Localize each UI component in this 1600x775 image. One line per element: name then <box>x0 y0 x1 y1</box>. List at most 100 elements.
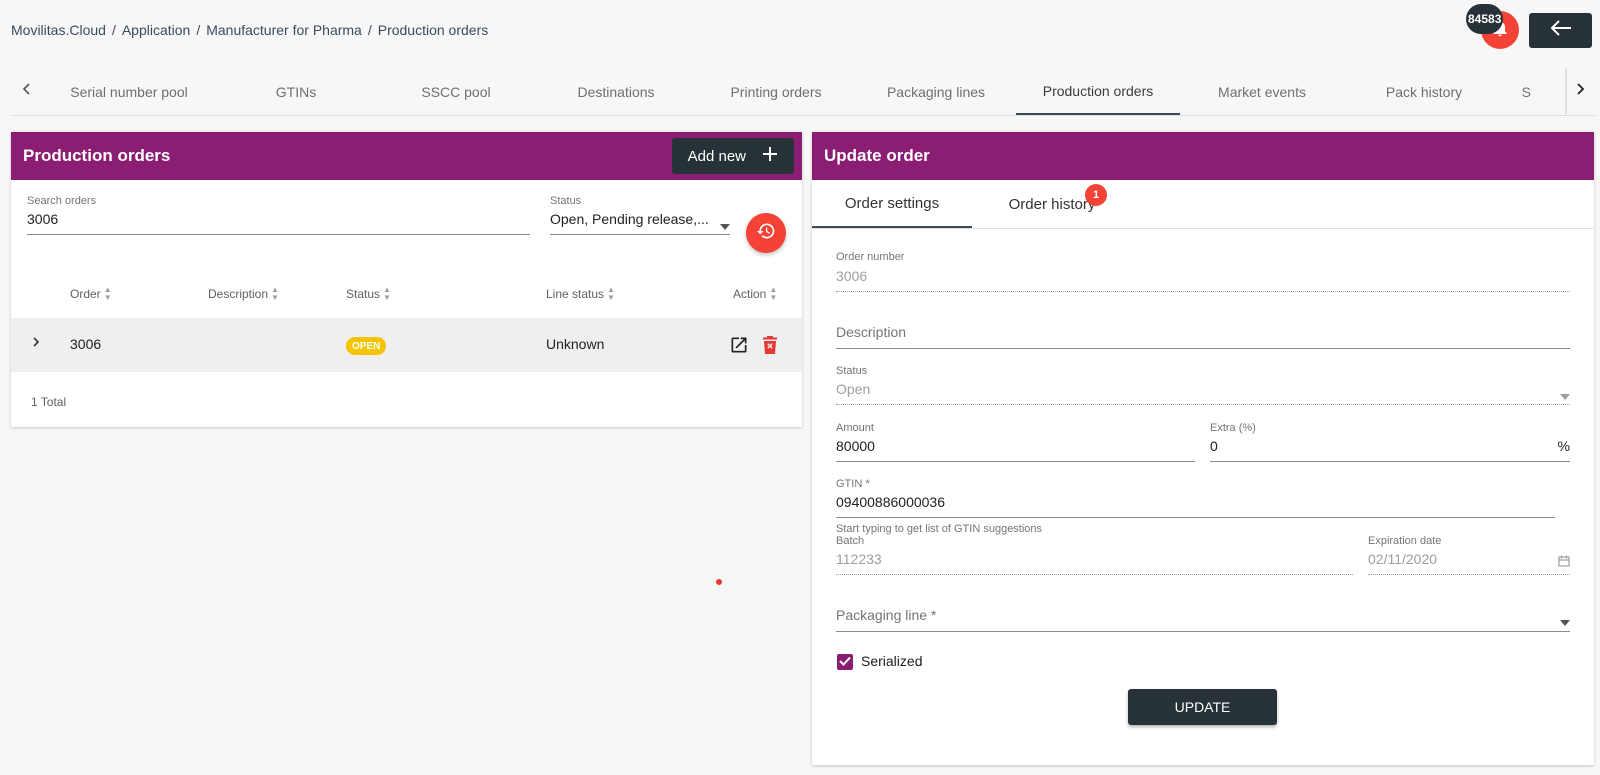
panel-header: Production orders Add new <box>11 132 802 180</box>
dropdown-caret-icon <box>720 211 730 234</box>
gtin-label: GTIN * <box>836 478 870 490</box>
table-row[interactable] <box>11 318 802 372</box>
gtin-value: 09400886000036 <box>836 494 946 510</box>
chevron-right-icon <box>1577 82 1585 100</box>
status-select: Open <box>836 381 1570 405</box>
search-label: Search orders <box>27 195 97 207</box>
dropdown-caret-icon <box>1560 381 1570 404</box>
tab-production-orders[interactable]: Production orders <box>1016 68 1180 115</box>
gtin-input[interactable]: 09400886000036 <box>836 494 1555 518</box>
tab-printing-orders[interactable]: Printing orders <box>694 68 858 115</box>
delete-icon <box>762 336 778 358</box>
batch-label: Batch <box>836 535 865 547</box>
breadcrumb-separator: / <box>196 22 201 38</box>
order-number-value: 3006 <box>836 268 868 284</box>
open-order-button[interactable] <box>729 335 749 360</box>
add-new-button[interactable]: Add new <box>671 138 794 174</box>
order-history-badge: 1 <box>1085 184 1107 206</box>
reset-filters-history-button[interactable] <box>746 213 786 253</box>
check-icon <box>839 653 851 671</box>
total-count: 1 Total <box>31 395 67 409</box>
column-header-status[interactable]: Status ▲ ▼ <box>346 286 391 302</box>
status-label: Status <box>836 365 868 377</box>
expiration-value: 02/11/2020 <box>1368 551 1438 567</box>
notification-count-badge: 84583 <box>1466 4 1504 34</box>
breadcrumb: Movilitas.Cloud / Application / Manufact… <box>11 22 488 38</box>
expiration-label: Expiration date <box>1368 535 1442 547</box>
update-button[interactable]: UPDATE <box>1128 689 1277 725</box>
order-number-field: 3006 <box>836 268 1570 292</box>
amount-value: 80000 <box>836 438 875 454</box>
search-input[interactable]: 3006 <box>27 211 530 235</box>
tab-order-history[interactable]: Order history <box>972 180 1132 228</box>
tab-packaging-lines[interactable]: Packaging lines <box>854 68 1018 115</box>
column-label: Order <box>70 287 101 301</box>
panel-title: Production orders <box>23 146 171 165</box>
column-header-action[interactable]: Action ▲ ▼ <box>733 286 777 302</box>
description-field[interactable]: Description <box>836 324 1570 349</box>
status-filter-value: Open, Pending release,... <box>550 211 709 227</box>
breadcrumb-separator: / <box>367 22 372 38</box>
chevron-right-icon <box>32 335 40 352</box>
tabs-scroll-right-button[interactable] <box>1565 68 1595 114</box>
column-label: Description <box>208 287 269 301</box>
tab-order-settings[interactable]: Order settings <box>812 180 972 228</box>
description-placeholder: Description <box>836 324 907 340</box>
tabs-scroll-left-button[interactable] <box>11 68 41 114</box>
amount-label: Amount <box>836 422 874 434</box>
delete-order-button[interactable] <box>762 336 778 359</box>
tab-next-partial[interactable]: S <box>1501 68 1531 115</box>
breadcrumb-item-cloud[interactable]: Movilitas.Cloud <box>11 22 106 38</box>
sort-icon: ▲ ▼ <box>383 285 391 302</box>
breadcrumb-item-application[interactable]: Application <box>122 22 191 38</box>
expiration-date-field: 02/11/2020 <box>1368 551 1570 575</box>
breadcrumb-separator: / <box>111 22 116 38</box>
plus-icon <box>762 146 778 166</box>
batch-value: 112233 <box>836 551 882 567</box>
breadcrumb-item-manufacturer[interactable]: Manufacturer for Pharma <box>206 22 362 38</box>
module-tabs: Serial number pool GTINs SSCC pool Desti… <box>11 68 1595 116</box>
add-new-label: Add new <box>687 147 746 165</box>
row-line-status: Unknown <box>546 336 605 352</box>
packaging-line-placeholder: Packaging line * <box>836 607 937 623</box>
tab-sscc-pool[interactable]: SSCC pool <box>374 68 538 115</box>
column-header-line-status[interactable]: Line status ▲ ▼ <box>546 286 615 302</box>
status-badge: OPEN <box>346 337 387 355</box>
extra-value: 0 <box>1210 438 1218 454</box>
tab-market-events[interactable]: Market events <box>1180 68 1344 115</box>
row-order-number: 3006 <box>70 336 102 352</box>
back-button[interactable] <box>1529 13 1592 48</box>
cursor-indicator <box>716 579 722 585</box>
dropdown-caret-icon <box>1560 607 1570 631</box>
expand-row-button[interactable] <box>32 335 40 353</box>
sort-icon: ▲ ▼ <box>271 285 279 302</box>
extra-input[interactable]: 0 % <box>1210 438 1570 462</box>
open-external-icon <box>729 337 749 359</box>
panel-title: Update order <box>824 146 930 165</box>
gtin-hint: Start typing to get list of GTIN suggest… <box>836 523 1043 535</box>
batch-field: 112233 <box>836 551 1353 575</box>
history-icon <box>756 221 776 246</box>
breadcrumb-item-current: Production orders <box>377 22 489 38</box>
panel-header: Update order <box>812 132 1594 180</box>
tab-destinations[interactable]: Destinations <box>534 68 698 115</box>
sort-icon: ▲ ▼ <box>103 285 112 302</box>
column-header-order[interactable]: Order ▲ ▼ <box>70 286 112 302</box>
production-orders-panel: Production orders Add new <box>11 132 802 427</box>
packaging-line-select[interactable]: Packaging line * <box>836 607 1570 632</box>
column-header-description[interactable]: Description ▲ ▼ <box>208 286 279 302</box>
amount-input[interactable]: 80000 <box>836 438 1195 462</box>
order-number-label: Order number <box>836 251 905 263</box>
serialized-checkbox[interactable] <box>837 654 853 670</box>
tab-pack-history[interactable]: Pack history <box>1342 68 1506 115</box>
percent-suffix: % <box>1557 438 1570 454</box>
serialized-label: Serialized <box>861 653 923 669</box>
extra-label: Extra (%) <box>1210 422 1256 434</box>
arrow-left-icon <box>1550 20 1572 41</box>
tab-gtins[interactable]: GTINs <box>214 68 378 115</box>
column-label: Status <box>346 287 381 301</box>
status-filter-select[interactable]: Open, Pending release,... <box>550 211 730 235</box>
sort-icon: ▲ ▼ <box>607 285 615 302</box>
column-label: Action <box>733 287 767 301</box>
tab-serial-number-pool[interactable]: Serial number pool <box>47 68 211 115</box>
